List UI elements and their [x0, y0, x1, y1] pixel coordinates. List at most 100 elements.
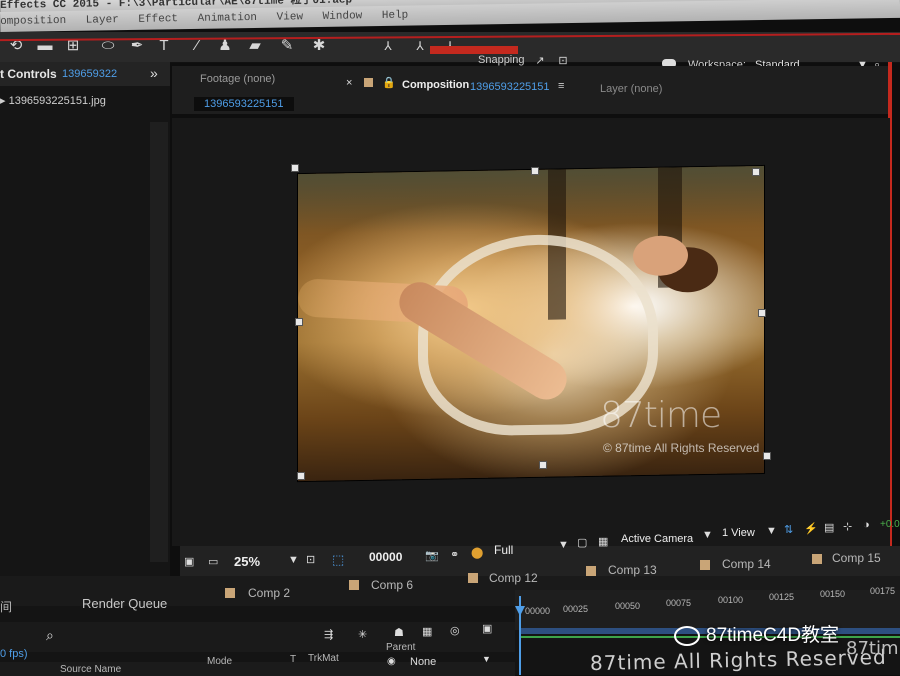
- panel-expand-icon[interactable]: »: [150, 65, 158, 81]
- menu-help[interactable]: Help: [382, 10, 409, 22]
- viewer-tabs: Footage (none) 1396593225151 × 🔒 Composi…: [172, 66, 890, 114]
- tab-comp-13[interactable]: Comp 13: [608, 563, 657, 577]
- transform-handle[interactable]: [763, 452, 771, 460]
- hide-layers-icon[interactable]: ☗: [394, 626, 404, 639]
- tab-comp-2[interactable]: Comp 2: [248, 586, 290, 600]
- show-snapshot-icon[interactable]: ⚭: [450, 548, 459, 561]
- zoom-dropdown-icon[interactable]: ▼: [288, 554, 299, 566]
- comp-color-icon: [468, 573, 478, 583]
- axis-world-icon[interactable]: ⅄: [410, 36, 430, 56]
- comp-color-icon: [225, 588, 235, 598]
- menu-effect[interactable]: Effect: [138, 13, 178, 26]
- ruler-tick: 00050: [615, 601, 641, 611]
- timeline-left-tab[interactable]: 间: [0, 598, 12, 615]
- graph-editor-icon[interactable]: ▣: [482, 622, 492, 635]
- resolution-dropdown-icon[interactable]: ▼: [558, 539, 569, 551]
- transform-handle[interactable]: [539, 461, 547, 469]
- comp-color-icon: [364, 78, 373, 87]
- axis-local-icon[interactable]: ⅄: [378, 36, 398, 56]
- close-tab-icon[interactable]: ×: [346, 77, 352, 89]
- exposure-value[interactable]: +0.0: [880, 519, 900, 530]
- timeline-search-bar: ⌕ ⇶ ✳ ☗ ▦ ◎ ▣: [0, 622, 515, 652]
- tab-footage[interactable]: Footage (none): [200, 73, 275, 85]
- transform-handle[interactable]: [758, 309, 766, 317]
- viewer-controls-bar: ▣ ▭ 25% ▼ ⊡ ⬚ 00000 📷 ⚭ ⬤ Full ▼ ▢ ▦ Act…: [180, 519, 900, 576]
- transparency-grid-icon[interactable]: ▦: [598, 535, 608, 548]
- view-layout-value[interactable]: 1 View: [722, 527, 755, 539]
- effect-controls-header: t Controls 139659322 »: [0, 62, 170, 86]
- image-watermark-copyright: © 87time All Rights Reserved: [603, 441, 760, 455]
- column-trkmat[interactable]: TrkMat: [308, 653, 339, 664]
- view-dropdown-icon[interactable]: ▼: [766, 525, 777, 537]
- parent-icon[interactable]: ◉: [387, 656, 396, 667]
- zoom-value[interactable]: 25%: [234, 554, 260, 569]
- effect-controls-title[interactable]: t Controls: [0, 67, 57, 81]
- tab-comp-6[interactable]: Comp 6: [371, 578, 413, 592]
- lock-icon[interactable]: 🔒: [382, 76, 396, 89]
- column-source-name[interactable]: Source Name: [60, 664, 121, 675]
- layer-column-headers: Source Name Mode T TrkMat Parent ◉ None …: [0, 642, 515, 676]
- tab-comp-14[interactable]: Comp 14: [722, 557, 771, 571]
- flowchart-icon[interactable]: ⊹: [843, 520, 852, 533]
- fps-label: 0 fps): [0, 648, 28, 660]
- ruler-tick: 00175: [870, 586, 896, 596]
- menu-layer[interactable]: Layer: [86, 14, 119, 27]
- fast-preview-icon[interactable]: ⚡: [804, 522, 818, 535]
- camera-dropdown-icon[interactable]: ▼: [702, 529, 713, 541]
- panel-scrollbar[interactable]: [150, 122, 168, 562]
- menu-view[interactable]: View: [277, 11, 304, 23]
- transform-handle[interactable]: [297, 472, 305, 480]
- effect-controls-ref: 139659322: [62, 68, 118, 80]
- column-mode[interactable]: Mode: [207, 656, 232, 667]
- region-of-interest-icon[interactable]: ▢: [577, 536, 587, 549]
- menu-window[interactable]: Window: [323, 10, 363, 23]
- exposure-icon[interactable]: ◑: [863, 519, 870, 531]
- transform-handle[interactable]: [295, 318, 303, 326]
- draft-3d-icon[interactable]: ✳: [358, 628, 367, 641]
- puppet-tool-icon[interactable]: ✱: [309, 36, 329, 56]
- search-icon[interactable]: ⌕: [46, 627, 54, 644]
- comp-color-icon: [349, 580, 359, 590]
- menu-animation[interactable]: Animation: [198, 12, 258, 25]
- camera-view-value[interactable]: Active Camera: [621, 533, 693, 545]
- tab-comp-15[interactable]: Comp 15: [832, 551, 881, 565]
- image-watermark: 87time: [600, 395, 722, 436]
- resolution-value[interactable]: Full: [494, 543, 513, 557]
- transform-handle[interactable]: [291, 164, 299, 172]
- active-tool-indicator: [430, 46, 518, 54]
- current-time[interactable]: 00000: [369, 550, 402, 564]
- image-treeline: [298, 165, 764, 235]
- parent-dropdown-icon[interactable]: ▼: [482, 654, 491, 664]
- tab-layer[interactable]: Layer (none): [600, 83, 662, 95]
- parent-value[interactable]: None: [410, 656, 436, 668]
- comp-color-icon: [812, 554, 822, 564]
- fit-icon[interactable]: ⊡: [306, 553, 315, 566]
- transform-handle[interactable]: [531, 167, 539, 175]
- source-file-label: ▸ 1396593225151.jpg: [0, 95, 106, 107]
- motion-blur-icon[interactable]: ◎: [450, 624, 460, 637]
- always-preview-icon[interactable]: ▣: [184, 555, 194, 568]
- monitor-icon[interactable]: ▭: [208, 555, 218, 568]
- tab-render-queue[interactable]: Render Queue: [82, 596, 167, 611]
- tab-composition[interactable]: Composition: [402, 79, 469, 91]
- shy-icon[interactable]: ⇶: [324, 628, 333, 641]
- channel-rgb-icon[interactable]: ⬤: [471, 546, 483, 559]
- column-t[interactable]: T: [290, 654, 296, 665]
- ruler-tick: 00075: [666, 598, 692, 608]
- title-safe-icon[interactable]: ⬚: [332, 552, 344, 568]
- tab-comp-12[interactable]: Comp 12: [489, 571, 538, 585]
- wechat-watermark: 87timeC4D教室: [674, 620, 839, 647]
- comp-color-icon: [700, 560, 710, 570]
- timeline-icon[interactable]: ▤: [824, 521, 834, 534]
- ruler-tick: 00100: [718, 595, 744, 605]
- snapshot-camera-icon[interactable]: 📷: [425, 549, 439, 562]
- footage-file-tab[interactable]: 1396593225151: [194, 97, 294, 111]
- transform-handle[interactable]: [752, 168, 760, 176]
- snapping-label: Snapping: [478, 54, 525, 66]
- effect-controls-panel: t Controls 139659322 » ▸ 1396593225151.j…: [0, 62, 170, 576]
- frame-blending-icon[interactable]: ▦: [422, 625, 432, 638]
- tab-menu-icon[interactable]: ≡: [558, 80, 564, 92]
- toggle-pixel-aspect-icon[interactable]: ⇅: [784, 523, 793, 536]
- menu-composition[interactable]: omposition: [0, 15, 66, 28]
- column-parent[interactable]: Parent: [386, 642, 415, 653]
